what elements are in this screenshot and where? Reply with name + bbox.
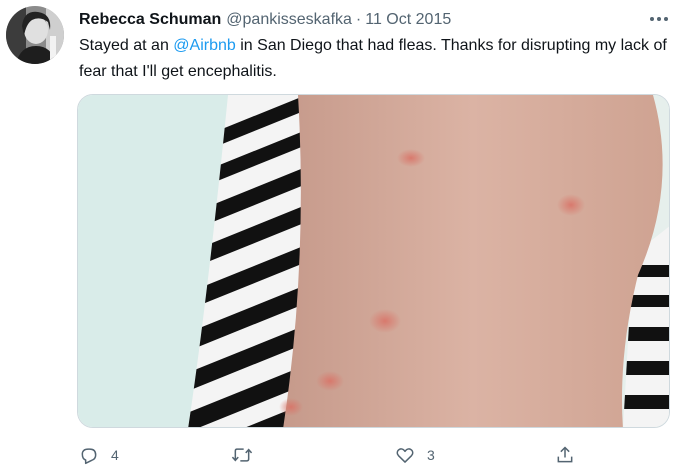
share-button[interactable] bbox=[555, 443, 575, 467]
tweet-actions: 4 3 bbox=[0, 440, 680, 470]
retweet-button[interactable] bbox=[231, 443, 265, 467]
tweet-date[interactable]: 11 Oct 2015 bbox=[365, 11, 451, 29]
reply-count: 4 bbox=[111, 447, 119, 463]
reply-button[interactable]: 4 bbox=[79, 443, 119, 467]
like-button[interactable]: 3 bbox=[395, 443, 435, 467]
mention-link[interactable]: @Airbnb bbox=[173, 37, 236, 54]
tweet-text: Stayed at an @Airbnb in San Diego that h… bbox=[79, 33, 679, 85]
author-handle[interactable]: @pankisseskafka bbox=[226, 11, 352, 29]
author-display-name[interactable]: Rebecca Schuman bbox=[79, 11, 221, 29]
media-photo bbox=[78, 95, 669, 427]
separator-dot: · bbox=[355, 11, 362, 28]
avatar[interactable] bbox=[6, 6, 64, 64]
tweet: Rebecca Schuman @pankisseskafka · 11 Oct… bbox=[0, 0, 680, 474]
avatar-image bbox=[6, 6, 64, 64]
more-icon bbox=[650, 17, 668, 21]
more-button[interactable] bbox=[645, 7, 673, 31]
reply-icon bbox=[81, 448, 97, 465]
tweet-text-before: Stayed at an bbox=[79, 37, 174, 54]
tweet-header: Rebecca Schuman @pankisseskafka · 11 Oct… bbox=[79, 9, 451, 31]
heart-icon bbox=[396, 448, 414, 463]
tweet-media[interactable] bbox=[77, 94, 670, 428]
like-count: 3 bbox=[427, 447, 435, 463]
retweet-icon bbox=[231, 448, 253, 462]
share-icon bbox=[557, 446, 573, 463]
